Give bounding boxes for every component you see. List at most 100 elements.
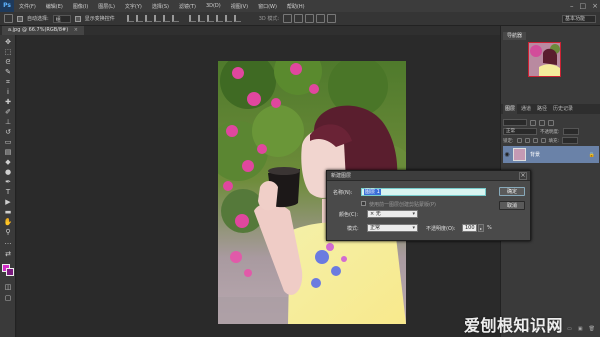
menu-edit[interactable]: 编辑(E) [41,3,68,10]
screen-mode-icon[interactable]: ▢ [3,294,13,302]
navigator-tab[interactable]: 导航器 [503,32,527,40]
lock-label: 锁定: [503,138,514,144]
photoshop-logo: Ps [0,0,14,12]
path-select-tool-icon[interactable]: ▶ [3,198,13,206]
auto-select-dropdown[interactable]: 组 [52,14,71,23]
eraser-tool-icon[interactable]: ▭ [3,138,13,146]
slide-3d-icon[interactable] [316,14,326,23]
lock-position-icon[interactable] [532,138,538,143]
layer-fill-field[interactable] [562,137,579,144]
rotate-3d-icon[interactable] [283,14,293,23]
menu-window[interactable]: 窗口(W) [253,3,282,10]
new-layer-icon[interactable]: ▣ [578,326,583,334]
close-icon[interactable]: × [74,27,78,33]
tab-history[interactable]: 历史记录 [551,104,575,114]
auto-select-checkbox[interactable] [17,15,23,22]
menu-filter[interactable]: 滤镜(T) [174,3,201,10]
eye-icon[interactable]: ◉ [503,151,511,158]
close-icon[interactable]: × [519,172,527,180]
menu-view[interactable]: 视图(V) [226,3,253,10]
type-tool-icon[interactable]: T [3,188,13,196]
more-tools-icon[interactable]: … [3,238,13,246]
lock-transparent-icon[interactable] [516,138,522,143]
layer-name-input[interactable]: 图层 1 [361,188,486,196]
eyedropper-tool-icon[interactable]: ⅰ [3,88,13,96]
opacity-stepper[interactable]: ▸ [478,224,484,232]
workspace-select[interactable]: 基本功能 [562,15,596,23]
show-transform-checkbox[interactable] [74,15,81,22]
blur-tool-icon[interactable]: ◆ [3,158,13,166]
dodge-tool-icon[interactable]: ● [3,168,13,176]
menu-3d[interactable]: 3D(D) [201,3,226,9]
minimize-button[interactable]: – [570,2,574,10]
lock-all-icon[interactable] [540,138,546,143]
quick-mask-icon[interactable]: ◫ [3,283,13,291]
marquee-tool-icon[interactable]: ⬚ [3,48,13,56]
maximize-button[interactable]: □ [580,2,587,10]
menu-select[interactable]: 选择(S) [147,3,174,10]
layer-name: 背景 [530,152,541,158]
new-group-icon[interactable]: ▭ [567,326,572,334]
menu-image[interactable]: 图像(I) [68,3,93,10]
menu-layer[interactable]: 图层(L) [93,3,120,10]
blend-mode-select[interactable]: 正常 [503,128,537,135]
navigator-thumbnail[interactable] [528,42,561,77]
lasso-tool-icon[interactable]: ᘓ [3,58,13,66]
lock-pixels-icon[interactable] [524,138,530,143]
menu-help[interactable]: 帮助(H) [282,3,310,10]
clipping-mask-checkbox[interactable] [361,201,366,206]
menu-type[interactable]: 文字(Y) [120,3,147,10]
close-window-button[interactable]: × [592,2,598,10]
document-tab[interactable]: a.jpg @ 66.7%(RGB/8#) × [2,26,84,35]
cancel-button[interactable]: 取消 [499,201,525,210]
distribute-right-icon[interactable] [233,15,241,22]
tab-paths[interactable]: 路径 [535,104,549,114]
healing-brush-tool-icon[interactable]: ✚ [3,98,13,106]
scale-3d-icon[interactable] [327,14,337,23]
align-hcenter-icon[interactable] [162,15,170,22]
quick-select-tool-icon[interactable]: ✎ [3,68,13,76]
layer-opacity-field[interactable] [562,128,579,135]
crop-tool-icon[interactable]: ⌗ [3,78,13,86]
blend-opacity-row: 正常 不透明度: [503,127,599,136]
filter-adjust-icon[interactable] [539,119,545,126]
filter-pixel-icon[interactable] [530,119,536,126]
dialog-titlebar[interactable]: 新建图层 × [327,171,530,181]
ok-button[interactable]: 确定 [499,187,525,196]
hand-tool-icon[interactable]: ✋ [3,218,13,226]
opacity-input[interactable]: 100 [462,224,477,232]
distribute-hcenter-icon[interactable] [224,15,232,22]
move-tool-icon[interactable] [4,14,13,23]
delete-layer-icon[interactable]: 🗑 [589,326,595,334]
swap-colors-icon[interactable]: ⇄ [3,250,13,258]
tab-layers[interactable]: 图层 [503,104,518,114]
zoom-tool-icon[interactable]: ⚲ [3,228,13,236]
mode-select[interactable]: 正常 ▾ [367,224,418,232]
distribute-top-icon[interactable] [188,15,196,22]
opacity-label: 不透明度: [540,129,560,135]
distribute-bottom-icon[interactable] [206,15,214,22]
clone-stamp-tool-icon[interactable]: ⊥ [3,118,13,126]
menu-file[interactable]: 文件(F) [14,3,41,10]
shape-tool-icon[interactable]: ▬ [3,208,13,216]
align-top-icon[interactable] [126,15,134,22]
distribute-left-icon[interactable] [215,15,223,22]
pen-tool-icon[interactable]: ✒ [3,178,13,186]
gradient-tool-icon[interactable]: ▤ [3,148,13,156]
align-vcenter-icon[interactable] [135,15,143,22]
filter-type-icon[interactable] [548,119,554,126]
align-bottom-icon[interactable] [144,15,152,22]
align-left-icon[interactable] [153,15,161,22]
layer-row-background[interactable]: ◉ 背景 🔒 [503,146,599,163]
color-select[interactable]: × 无 ▾ [367,210,418,218]
tab-channels[interactable]: 通道 [519,104,533,114]
layer-filter-select[interactable] [503,119,527,126]
brush-tool-icon[interactable]: ✐ [3,108,13,116]
align-right-icon[interactable] [171,15,179,22]
distribute-vcenter-icon[interactable] [197,15,205,22]
background-color-swatch[interactable] [6,268,14,276]
move-tool-icon[interactable]: ✥ [3,38,13,46]
roll-3d-icon[interactable] [294,14,304,23]
history-brush-tool-icon[interactable]: ↺ [3,128,13,136]
drag-3d-icon[interactable] [305,14,315,23]
